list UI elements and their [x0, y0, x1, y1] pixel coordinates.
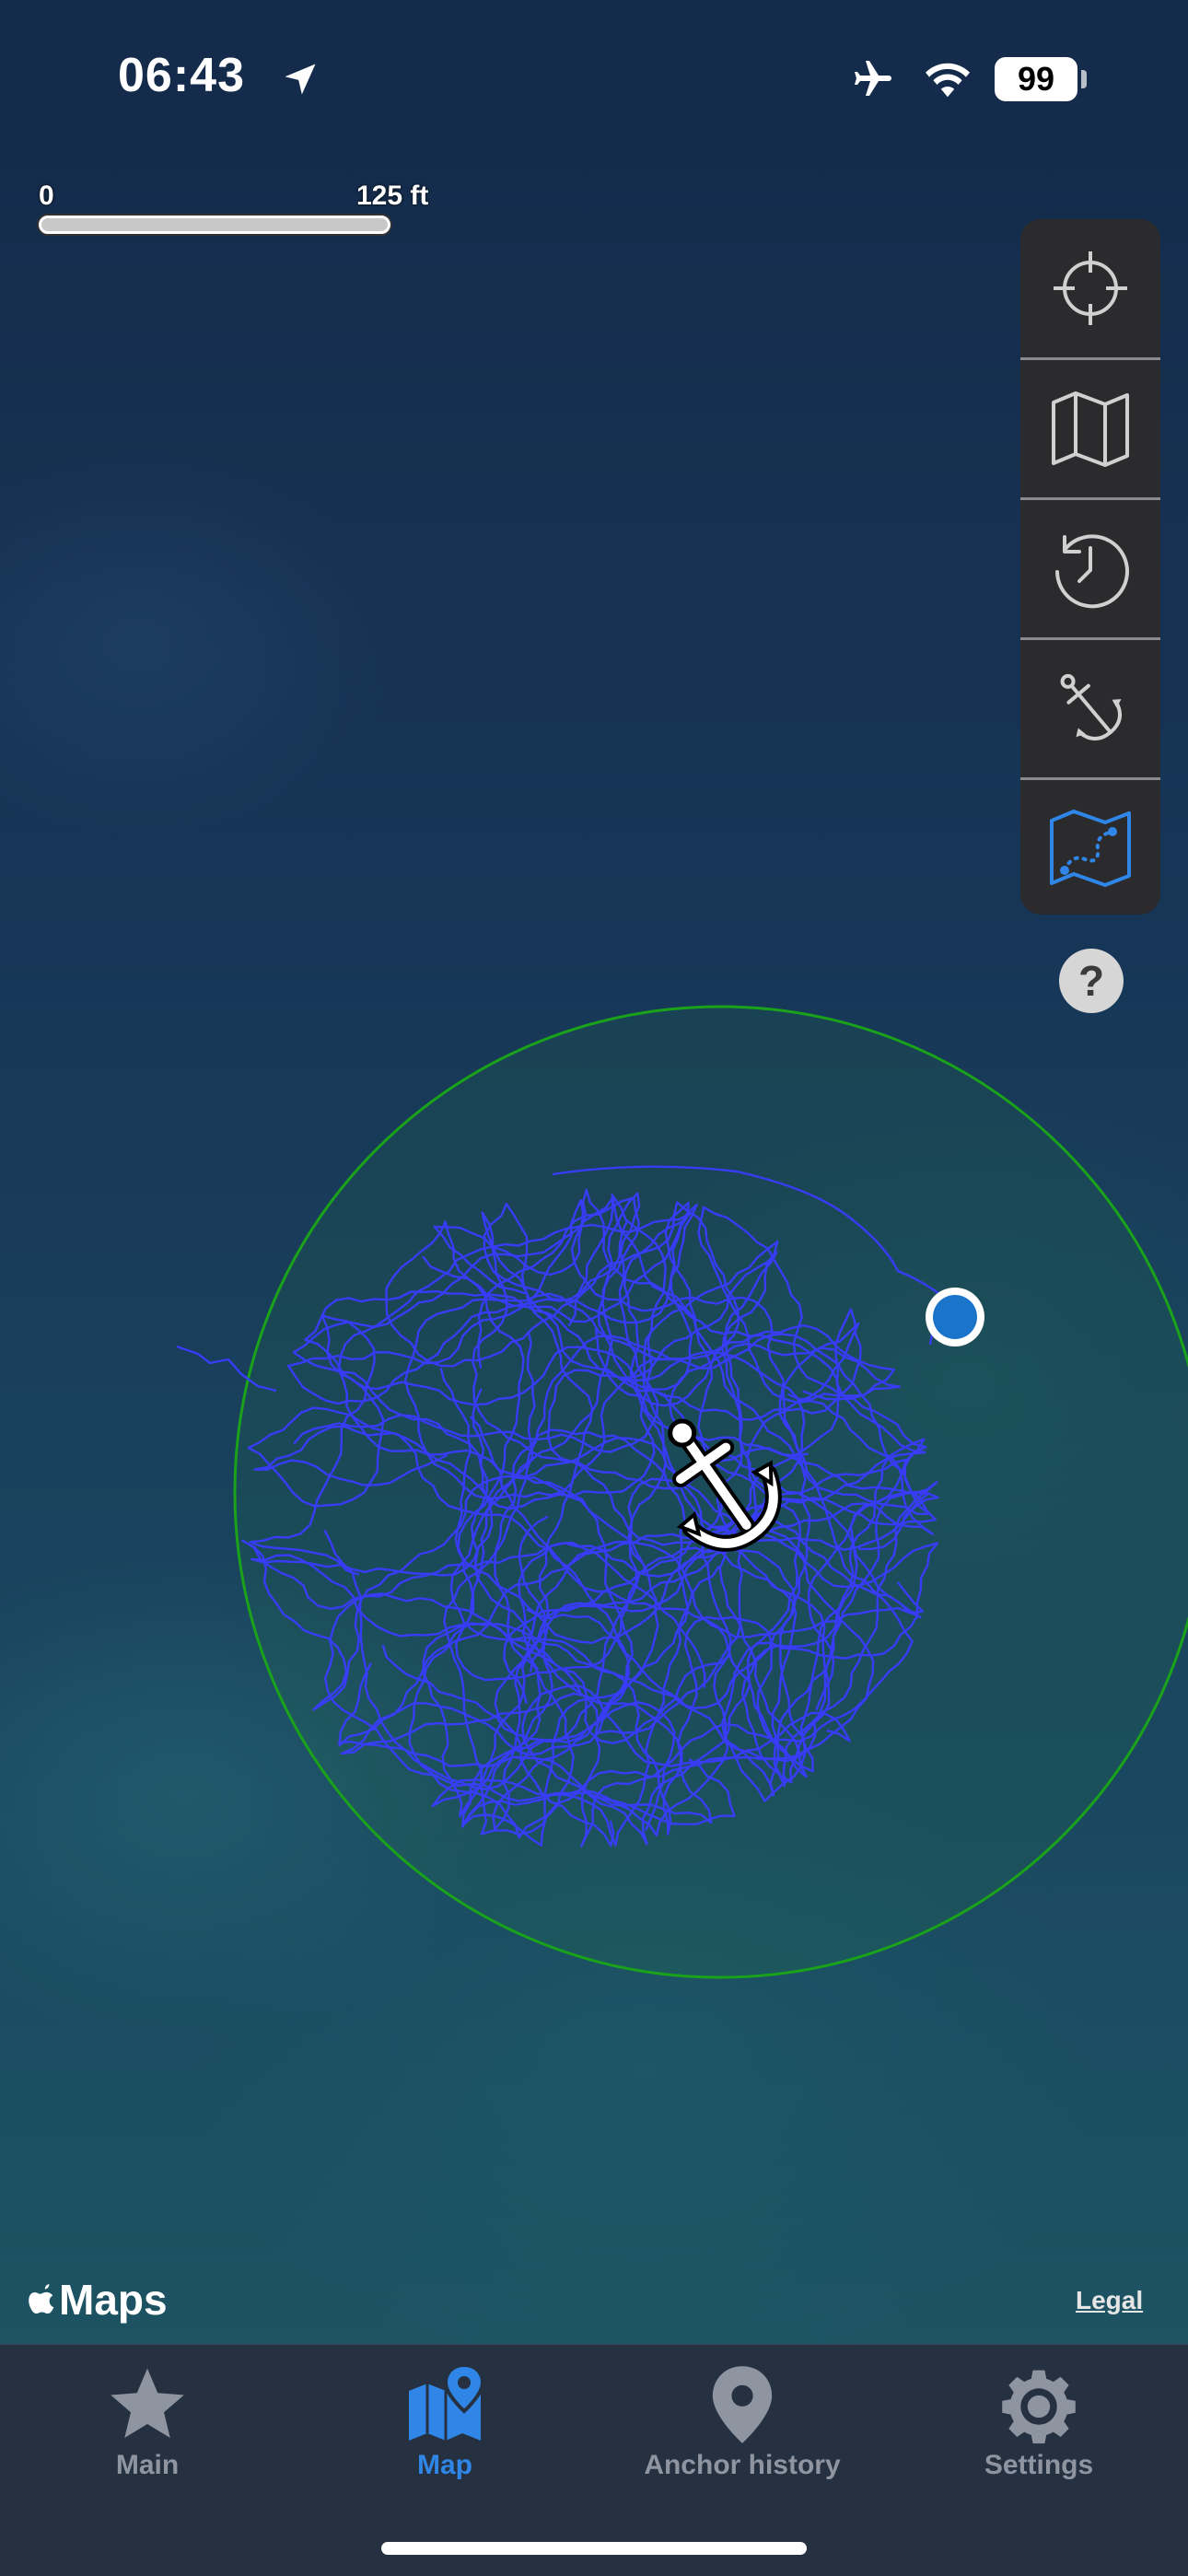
- tab-settings-label: Settings: [984, 2450, 1094, 2480]
- scale-bar: [39, 216, 390, 234]
- map-type-button[interactable]: [1020, 359, 1160, 497]
- gear-icon: [1002, 2370, 1076, 2444]
- track-map-icon: [1050, 810, 1131, 887]
- clock: 06:43: [118, 49, 245, 102]
- location-pin-icon: [712, 2366, 773, 2443]
- map-scale: 0 125 ft: [39, 181, 444, 236]
- airplane-icon: [855, 61, 891, 96]
- anchor-swing-circle: [233, 1005, 1188, 1979]
- apple-logo-icon: [29, 2284, 54, 2314]
- tab-anchor-history-label: Anchor history: [644, 2450, 841, 2480]
- status-bar: 06:43 99: [0, 0, 1188, 147]
- track-map-button[interactable]: [1020, 779, 1160, 915]
- tab-map[interactable]: Map: [307, 2345, 583, 2501]
- battery-icon: 99: [995, 57, 1077, 101]
- crosshair-icon: [1054, 251, 1127, 325]
- star-icon: [111, 2368, 184, 2438]
- legal-link[interactable]: Legal: [1076, 2286, 1143, 2315]
- map-pin-icon: [409, 2363, 485, 2441]
- map-overlay: [176, 1005, 1188, 1979]
- anchor-drop-icon: [1060, 673, 1123, 741]
- apple-maps-attribution[interactable]: Maps: [28, 2275, 168, 2325]
- wifi-icon: [926, 63, 970, 98]
- recenter-button[interactable]: [1020, 219, 1160, 357]
- scale-end-label: 125 ft: [356, 181, 429, 211]
- help-button[interactable]: ?: [1059, 949, 1124, 1013]
- location-arrow-icon: [285, 64, 316, 95]
- tab-map-label: Map: [417, 2450, 472, 2480]
- map-icon: [1052, 391, 1129, 467]
- maps-label: Maps: [59, 2276, 168, 2324]
- tab-main[interactable]: Main: [9, 2345, 285, 2501]
- history-button[interactable]: [1020, 499, 1160, 637]
- map-toolbar: [1020, 219, 1160, 915]
- battery-cap: [1081, 70, 1087, 88]
- home-indicator: [381, 2542, 807, 2555]
- tab-settings[interactable]: Settings: [901, 2345, 1177, 2501]
- tab-main-label: Main: [115, 2450, 180, 2480]
- drop-anchor-button[interactable]: [1020, 639, 1160, 777]
- history-clock-icon: [1055, 534, 1129, 609]
- scale-start-label: 0: [39, 181, 54, 211]
- tab-anchor-history[interactable]: Anchor history: [604, 2345, 880, 2501]
- boat-position-marker: [926, 1288, 984, 1346]
